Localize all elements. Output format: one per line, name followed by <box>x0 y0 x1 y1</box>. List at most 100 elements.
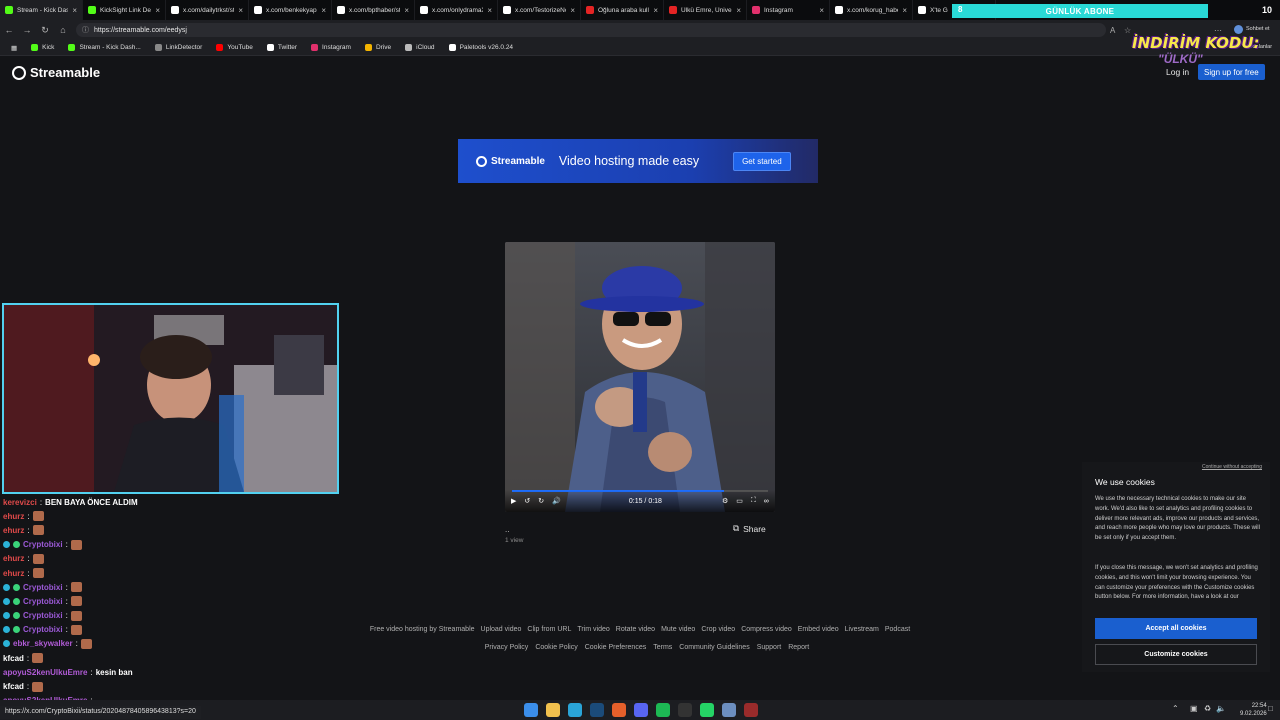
tab-close-icon[interactable]: × <box>570 6 575 15</box>
share-button[interactable]: ⧉ Share <box>733 523 766 534</box>
bookmark-item[interactable]: Drive <box>358 40 398 56</box>
browser-tab[interactable]: Ülkü Emre, Üniversit × <box>664 0 747 20</box>
url-input[interactable]: ⓘ https://streamable.com/eedysj <box>76 23 1106 37</box>
network-icon[interactable]: ▣ <box>1190 704 1198 713</box>
windows-start-icon[interactable] <box>524 703 538 717</box>
read-aloud-icon[interactable]: A <box>1110 26 1115 35</box>
profile-avatar[interactable] <box>1234 25 1243 34</box>
reload-icon[interactable]: ↻ <box>36 25 54 36</box>
file-explorer-icon[interactable] <box>546 703 560 717</box>
bookmark-item[interactable]: iCloud <box>398 40 441 56</box>
speaker-icon[interactable]: 🔈 <box>1216 704 1226 713</box>
chat-username[interactable]: Cryptobixi <box>23 597 63 606</box>
get-started-button[interactable]: Get started <box>733 151 791 171</box>
footer-link[interactable]: Report <box>788 644 809 651</box>
footer-link[interactable]: Podcast <box>885 626 910 633</box>
obs-icon[interactable] <box>744 703 758 717</box>
chat-username[interactable]: apoyuS2kenUlkuEmre <box>3 668 87 677</box>
discord-icon[interactable] <box>634 703 648 717</box>
chat-username[interactable]: Cryptobixi <box>23 625 63 634</box>
continue-without-accepting-link[interactable]: Continue without accepting <box>1202 464 1262 470</box>
customize-cookies-button[interactable]: Customize cookies <box>1095 644 1257 665</box>
site-info-icon[interactable]: ⓘ <box>82 25 89 35</box>
browser-tab[interactable]: Oğluna araba kullan × <box>581 0 664 20</box>
chat-username[interactable]: kfcad <box>3 654 24 663</box>
firefox-icon[interactable] <box>612 703 626 717</box>
footer-link[interactable]: Rotate video <box>616 626 655 633</box>
browser-tab[interactable]: KickSight Link Detec × <box>83 0 166 20</box>
edge-icon[interactable] <box>568 703 582 717</box>
footer-link[interactable]: Mute video <box>661 626 695 633</box>
bookmark-item[interactable]: Stream - Kick Dash... <box>61 40 147 56</box>
notification-icon[interactable]: □ <box>1268 704 1273 713</box>
ad-banner[interactable]: Streamable Video hosting made easy Get s… <box>458 139 818 183</box>
tab-close-icon[interactable]: × <box>404 6 409 15</box>
tab-close-icon[interactable]: × <box>238 6 243 15</box>
favorite-star-icon[interactable]: ☆ <box>1124 26 1131 35</box>
tab-close-icon[interactable]: × <box>487 6 492 15</box>
bookmark-item[interactable]: Paletools v26.0.24 <box>442 40 520 56</box>
tab-close-icon[interactable]: × <box>736 6 741 15</box>
footer-link[interactable]: Upload video <box>481 626 522 633</box>
chat-username[interactable]: Cryptobixi <box>23 583 63 592</box>
bookmark-item[interactable]: Kick <box>24 40 61 56</box>
browser-tab[interactable]: Instagram × <box>747 0 830 20</box>
chat-username[interactable]: kfcad <box>3 682 24 691</box>
forward-skip-icon[interactable]: ↻ <box>538 497 544 505</box>
chat-username[interactable]: ehurz <box>3 512 24 521</box>
steam-icon[interactable] <box>590 703 604 717</box>
streamable-mini-icon[interactable]: ∞ <box>764 498 769 505</box>
footer-link[interactable]: Crop video <box>701 626 735 633</box>
chat-username[interactable]: ehurz <box>3 554 24 563</box>
bookmark-item[interactable]: Instagram <box>304 40 358 56</box>
play-icon[interactable]: ▶ <box>511 497 516 505</box>
footer-link[interactable]: Livestream <box>845 626 879 633</box>
tab-close-icon[interactable]: × <box>72 6 77 15</box>
bookmark-item[interactable]: Twitter <box>260 40 304 56</box>
chat-username[interactable]: Cryptobixi <box>23 611 63 620</box>
browser-tab[interactable]: x.com/korug_haber × <box>830 0 913 20</box>
browser-tab[interactable]: Stream - Kick Dashb × <box>0 0 83 20</box>
chat-username[interactable]: kerevizci <box>3 498 37 507</box>
chat-username[interactable]: Cryptobixi <box>23 540 63 549</box>
tab-close-icon[interactable]: × <box>321 6 326 15</box>
apps-icon[interactable]: ▦ <box>4 40 24 56</box>
footer-link[interactable]: Trim video <box>577 626 609 633</box>
browser-tab[interactable]: x.com/dailytrkst/stat × <box>166 0 249 20</box>
tab-close-icon[interactable]: × <box>902 6 907 15</box>
chat-username[interactable]: ehurz <box>3 569 24 578</box>
browser-tab[interactable]: x.com/onlydramaX/s × <box>415 0 498 20</box>
tab-close-icon[interactable]: × <box>155 6 160 15</box>
footer-link[interactable]: Clip from URL <box>527 626 571 633</box>
signup-button[interactable]: Sign up for free <box>1198 64 1265 80</box>
browser-tab[interactable]: x.com/bpthaber/stat × <box>332 0 415 20</box>
spotify-icon[interactable] <box>656 703 670 717</box>
chat-username[interactable]: ebkr_skywalker <box>13 639 73 648</box>
tab-close-icon[interactable]: × <box>819 6 824 15</box>
tray-chevron-icon[interactable]: ⌃ <box>1172 704 1179 713</box>
bookmark-item[interactable]: YouTube <box>209 40 260 56</box>
footer-link[interactable]: Privacy Policy <box>485 644 529 651</box>
login-link[interactable]: Log in <box>1166 67 1189 77</box>
footer-link[interactable]: Terms <box>653 644 672 651</box>
bookmark-item[interactable]: LinkDetector <box>148 40 210 56</box>
wifi-icon[interactable]: ♻ <box>1204 704 1211 713</box>
pip-icon[interactable]: ▭ <box>736 497 743 505</box>
settings-icon[interactable] <box>722 703 736 717</box>
chat-username[interactable]: ehurz <box>3 526 24 535</box>
footer-link[interactable]: Support <box>757 644 782 651</box>
footer-link[interactable]: Cookie Policy <box>535 644 577 651</box>
footer-link[interactable]: Community Guidelines <box>679 644 749 651</box>
footer-link[interactable]: Cookie Preferences <box>585 644 646 651</box>
browser-tab[interactable]: x.com/TestorizeNow × <box>498 0 581 20</box>
settings-gear-icon[interactable]: ⚙ <box>722 497 728 505</box>
volume-icon[interactable]: 🔊 <box>552 497 561 505</box>
chat-label[interactable]: Sohbet et <box>1246 26 1270 32</box>
back-icon[interactable]: ← <box>0 25 18 35</box>
terminal-icon[interactable] <box>678 703 692 717</box>
forward-icon[interactable]: → <box>18 25 36 35</box>
system-clock[interactable]: 22:54 9.02.2026 <box>1240 702 1267 718</box>
rewind-icon[interactable]: ↺ <box>524 497 530 505</box>
footer-link[interactable]: Embed video <box>798 626 839 633</box>
footer-link[interactable]: Compress video <box>741 626 792 633</box>
